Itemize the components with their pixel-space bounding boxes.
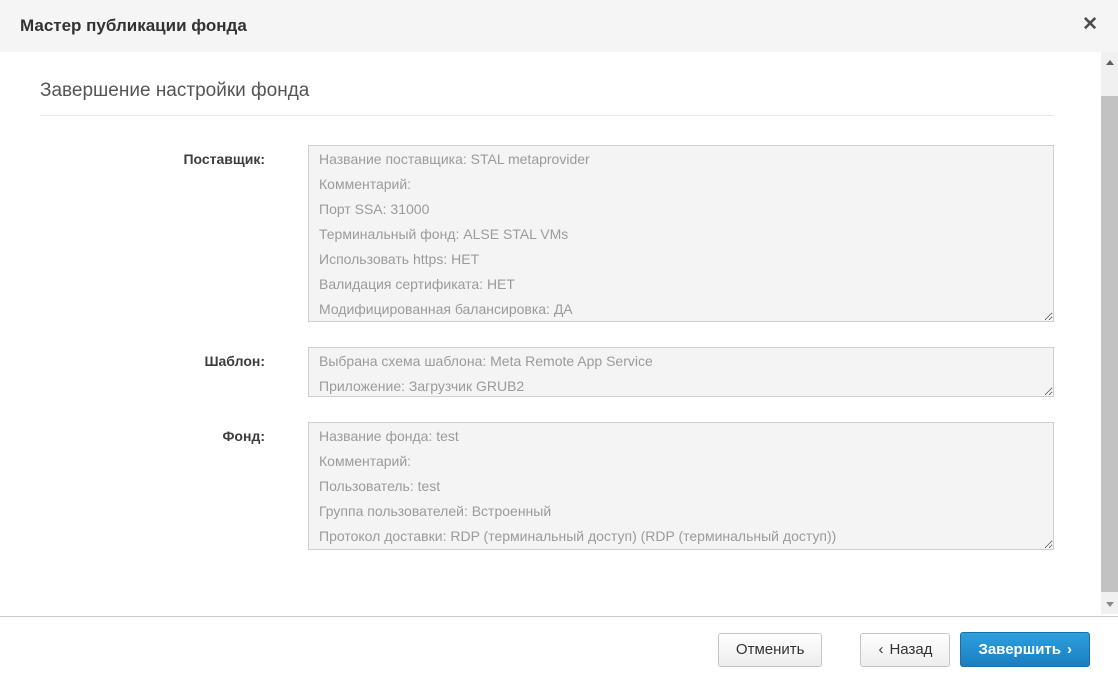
scrollbar-thumb[interactable]	[1101, 96, 1118, 592]
form-row-provider: Поставщик: Название поставщика: STAL met…	[0, 145, 1054, 322]
template-label: Шаблон:	[0, 347, 265, 369]
finish-button-label: Завершить	[978, 641, 1061, 658]
dialog-title: Мастер публикации фонда	[0, 16, 247, 36]
form-row-template: Шаблон: Выбрана схема шаблона: Meta Remo…	[0, 347, 1054, 397]
pool-summary-textarea[interactable]: Название фонда: test Комментарий: Пользо…	[308, 422, 1054, 550]
vertical-scrollbar[interactable]	[1101, 52, 1118, 614]
dialog-header: Мастер публикации фонда ✕	[0, 0, 1118, 52]
back-button-label: Назад	[889, 641, 932, 658]
scroll-up-icon[interactable]	[1101, 54, 1118, 70]
heading-divider	[40, 115, 1054, 116]
footer-divider	[0, 616, 1118, 617]
provider-label: Поставщик:	[0, 145, 265, 167]
chevron-left-icon: ‹	[878, 641, 883, 658]
form-row-pool: Фонд: Название фонда: test Комментарий: …	[0, 422, 1054, 550]
pool-label: Фонд:	[0, 422, 265, 444]
template-summary-textarea[interactable]: Выбрана схема шаблона: Meta Remote App S…	[308, 347, 1054, 397]
chevron-right-icon: ›	[1067, 641, 1072, 658]
provider-summary-textarea[interactable]: Название поставщика: STAL metaprovider К…	[308, 145, 1054, 322]
cancel-button[interactable]: Отменить	[718, 633, 823, 667]
finish-button[interactable]: Завершить ›	[960, 632, 1090, 667]
back-button[interactable]: ‹ Назад	[860, 633, 950, 667]
dialog-footer: Отменить ‹ Назад Завершить ›	[718, 632, 1090, 667]
step-heading: Завершение настройки фонда	[40, 80, 309, 102]
scroll-down-icon[interactable]	[1101, 596, 1118, 612]
wizard-dialog: Мастер публикации фонда ✕ Завершение нас…	[0, 0, 1118, 685]
close-icon[interactable]: ✕	[1080, 13, 1100, 36]
